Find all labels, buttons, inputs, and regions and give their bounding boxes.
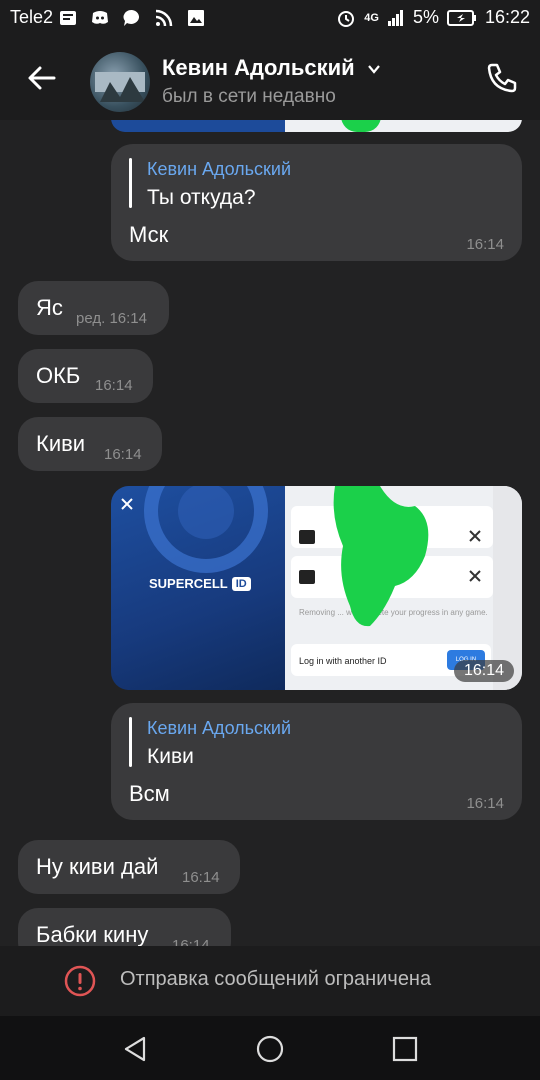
image-login-text: Log in with another ID [299,656,387,666]
reply-quote-text: Киви [147,745,194,768]
reply-quote-bar [129,717,132,767]
message-time: 16:14 [172,937,210,946]
reply-author: Кевин Адольский [147,718,292,738]
contact-name-row[interactable]: Кевин Адольский [162,55,381,81]
message-text: Всм [129,781,170,806]
nav-back-icon[interactable] [120,1034,150,1064]
message-text: Киви [36,431,86,456]
message-text: Мск [129,222,169,247]
green-scribble [333,486,429,627]
message-text: ОКБ [36,363,81,388]
message-bubble[interactable]: Бабки кину 16:14 [18,908,231,946]
supercell-id-badge: ID [231,576,251,591]
message-bubble-reply[interactable]: Кевин Адольский Ты откуда? Мск 16:14 [111,144,522,261]
message-time: 16:14 [466,795,504,812]
back-arrow-icon[interactable] [24,60,60,96]
message-bubble[interactable]: Ну киви дай 16:14 [18,840,240,894]
alarm-icon [338,10,355,27]
phone-icon[interactable] [484,60,520,96]
close-icon [121,498,133,510]
message-time: 16:14 [95,377,133,394]
image-left-panel: SUPERCELL ID [111,486,285,690]
warning-icon [64,965,96,997]
message-time: 16:14 [466,236,504,253]
clock: 16:22 [484,7,530,27]
battery-icon [446,9,476,26]
system-nav-bar [0,1016,540,1080]
rss-icon [155,9,173,27]
message-bubble[interactable]: ОКБ 16:14 [18,349,153,403]
message-text: Ну киви дай [36,854,159,879]
carrier-label: Tele2 [10,7,54,27]
nav-home-icon[interactable] [255,1034,285,1064]
discord-icon [92,11,108,24]
message-bubble[interactable]: Яс ред. 16:14 [18,281,169,335]
message-bubble[interactable]: Киви 16:14 [18,417,162,471]
message-time: 16:14 [104,446,142,463]
gallery-icon [188,10,204,26]
notification-icons [58,8,206,28]
battery-percent: 5% [412,7,439,27]
nav-recents-icon[interactable] [390,1034,420,1064]
chat-icon [123,9,140,26]
signal-icon [387,9,403,26]
message-text: Яс [36,295,63,320]
message-time: ред. 16:14 [76,310,147,327]
message-text: Бабки кину [36,922,149,946]
image-message-partial[interactable] [111,120,522,132]
chat-header: Кевин Адольский был в сети недавно [0,36,540,120]
message-bubble-reply[interactable]: Кевин Адольский Киви Всм 16:14 [111,703,522,820]
message-icon [60,11,76,25]
message-time: 16:14 [453,660,514,682]
message-time: 16:14 [182,869,220,886]
chevron-down-icon [367,65,380,74]
messaging-restricted-banner: Отправка сообщений ограничена [0,946,540,1016]
reply-quote-text: Ты откуда? [147,186,256,209]
edited-label: ред. [76,310,106,327]
contact-name: Кевин Адольский [162,55,355,80]
avatar[interactable] [90,52,150,112]
network-type: 4G [364,11,379,24]
message-list[interactable]: Кевин Адольский Ты откуда? Мск 16:14 Яс … [0,120,540,946]
message-time-value: 16:14 [109,310,147,327]
status-bar: Tele2 4G 5% 16:22 [0,0,540,36]
image-message[interactable]: SUPERCELL ID Removing ... won't delete y… [111,486,522,690]
reply-author: Кевин Адольский [147,159,292,179]
contact-status: был в сети недавно [162,86,336,107]
supercell-logo-text: SUPERCELL [149,576,228,591]
reply-quote-bar [129,158,132,208]
restriction-text: Отправка сообщений ограничена [120,968,432,990]
